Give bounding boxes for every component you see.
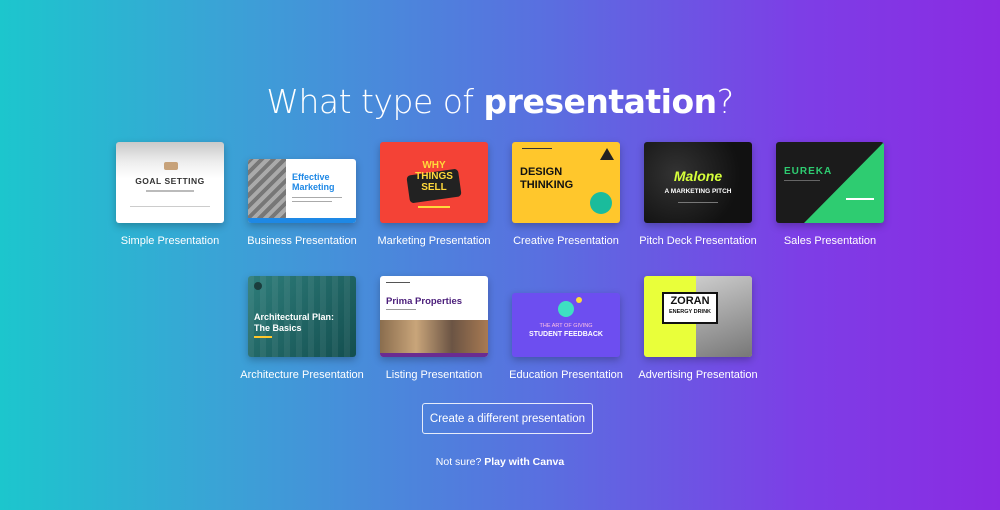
card-listing-presentation[interactable]: Prima Properties Listing Presentation [368, 276, 500, 381]
footer-note: Not sure? Play with Canva [435, 456, 565, 468]
card-advertising-presentation[interactable]: ZORAN ENERGY DRINK Advertising Presentat… [632, 276, 764, 381]
card-sales-presentation[interactable]: EUREKA Sales Presentation [764, 142, 896, 247]
card-label: Education Presentation [509, 369, 623, 381]
card-architecture-presentation[interactable]: Architectural Plan: The Basics Architect… [236, 276, 368, 381]
thumb-sales: EUREKA [776, 142, 884, 223]
card-label: Pitch Deck Presentation [639, 235, 757, 247]
card-business-presentation[interactable]: Effective Marketing Business Presentatio… [236, 142, 368, 247]
template-row-2: Architectural Plan: The Basics Architect… [0, 276, 1000, 381]
thumb-creative: DESIGN THINKING [512, 142, 620, 223]
thumb-simple: GOAL SETTING [116, 142, 224, 223]
card-label: Creative Presentation [513, 235, 619, 247]
play-with-canva-link[interactable]: Play with Canva [484, 456, 564, 468]
card-creative-presentation[interactable]: DESIGN THINKING Creative Presentation [500, 142, 632, 247]
card-label: Advertising Presentation [638, 369, 758, 381]
template-row-1: GOAL SETTING Simple Presentation Effecti… [0, 142, 1000, 247]
card-marketing-presentation[interactable]: WHY THINGS SELL Marketing Presentation [368, 142, 500, 247]
card-label: Simple Presentation [120, 235, 220, 247]
card-label: Listing Presentation [385, 369, 483, 381]
card-label: Architecture Presentation [240, 369, 364, 381]
card-education-presentation[interactable]: THE ART OF GIVING STUDENT FEEDBACK Educa… [500, 276, 632, 381]
thumb-marketing: WHY THINGS SELL [380, 142, 488, 223]
card-simple-presentation[interactable]: GOAL SETTING Simple Presentation [104, 142, 236, 247]
thumb-advertising: ZORAN ENERGY DRINK [644, 276, 752, 357]
thumb-listing: Prima Properties [380, 276, 488, 357]
page-title: What type of presentation? [266, 82, 734, 121]
card-label: Marketing Presentation [377, 235, 491, 247]
thumb-education: THE ART OF GIVING STUDENT FEEDBACK [512, 293, 620, 357]
thumb-business: Effective Marketing [248, 159, 356, 223]
thumb-pitch-deck: Malone A MARKETING PITCH [644, 142, 752, 223]
card-label: Sales Presentation [783, 235, 877, 247]
create-different-presentation-button[interactable]: Create a different presentation [422, 403, 593, 434]
thumb-architecture: Architectural Plan: The Basics [248, 276, 356, 357]
card-label: Business Presentation [247, 235, 357, 247]
card-pitch-deck-presentation[interactable]: Malone A MARKETING PITCH Pitch Deck Pres… [632, 142, 764, 247]
